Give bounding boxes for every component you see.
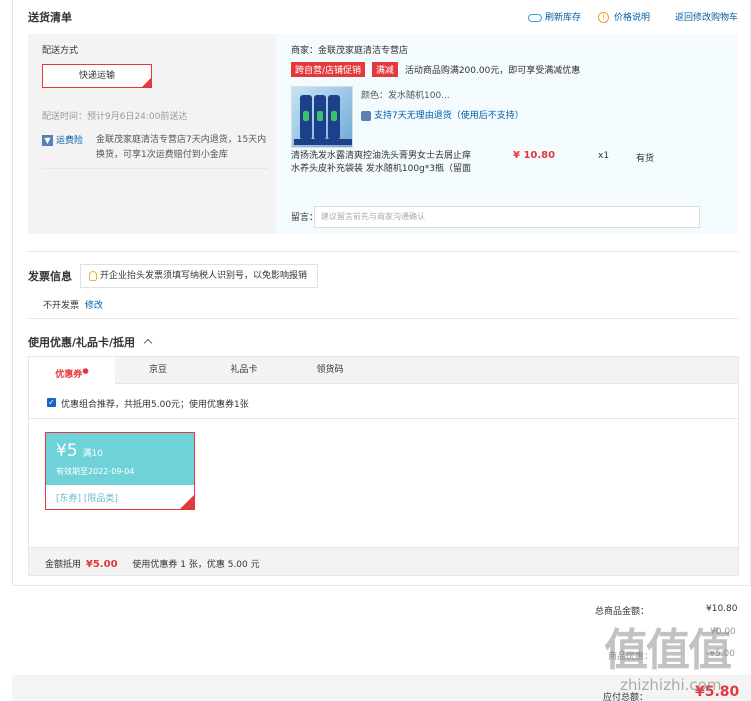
warning-icon: ! [598,12,609,23]
lightbulb-icon [89,270,97,281]
selected-corner-icon [142,78,151,87]
delivery-method-label: 配送方式 [42,46,79,56]
refresh-stock-link[interactable]: 刷新库存 [528,10,581,23]
combo-checkbox[interactable]: ✓ [47,398,56,407]
combo-text: 优惠组合推荐，共抵用5.00元；使用优惠券1张 [61,400,249,410]
invoice-tip: 开企业抬头发票须填写纳税人识别号，以免影响报销 [80,264,318,288]
back-to-cart-link[interactable]: 返回修改购物车 [675,10,738,23]
return-policy: 支持7天无理由退货（使用后不支持） [361,108,524,121]
merchant-name: 商家：金联茂家庭清洁专营店 [291,46,409,56]
cloud-icon [528,13,542,22]
selected-check-icon [180,495,194,509]
shop-panel: 商家：金联茂家庭清洁专营店 跨自营/店铺促销 满减 活动商品购满200.00元，… [276,34,738,234]
tab-coupon[interactable]: 优惠券● [29,357,115,385]
goods-total-value: ¥10.80 [706,604,738,614]
product-name[interactable]: 清扬洗发水露清爽控油洗头膏男女士去屑止痒 水养头皮补充袋装 发水随机100g*3… [291,150,491,176]
divider [28,251,739,252]
tab-gift-card[interactable]: 礼品卡 [201,357,287,384]
tab-jingdou[interactable]: 京豆 [115,357,201,384]
watermark-logo: 值值值 [604,625,732,676]
coupon-expiry: 有效期至2022-09-04 [56,467,135,476]
delivery-time: 配送时间：预计9月6日24:00前送达 [42,112,188,122]
invoice-title: 发票信息 [28,270,72,283]
promo-tag-discount: 满减 [371,62,398,77]
insurance-link[interactable]: ▼ 运费险 [42,133,83,146]
return-icon [361,110,371,121]
coupon-card-header: ¥5 满10 有效期至2022-09-04 [46,433,194,485]
invoice-modify-link[interactable]: 修改 [85,301,103,311]
coupon-card[interactable]: ¥5 满10 有效期至2022-09-04 [东券] [限品类] [45,432,195,510]
coupon-condition: 满10 [82,449,103,459]
delivery-panel: 配送方式 快递运输 配送时间：预计9月6日24:00前送达 ▼ 运费险 金联茂家庭… [28,34,276,234]
divider [42,168,268,169]
summary-amount: ¥5.00 [85,559,118,570]
product-stock: 有货 [636,154,655,164]
coupon-amount: ¥5 [56,441,78,461]
promo-tag-store: 跨自营/店铺促销 [291,62,366,77]
coupon-tabs: 优惠券● 京豆 礼品卡 领货码 [28,356,739,385]
delivery-method-button[interactable]: 快递运输 [42,64,152,88]
watermark-site: zhizhizhi.com [620,676,722,694]
product-qty: x1 [598,151,610,161]
invoice-status-row: 不开发票 修改 [43,301,103,311]
divider [28,318,739,319]
chevron-up-icon [143,338,153,348]
section-title: 送货清单 [28,11,72,24]
coupon-section-title[interactable]: 使用优惠/礼品卡/抵用 [28,334,153,350]
coupon-tags: [东券] [限品类] [56,494,118,504]
product-image[interactable] [291,86,353,148]
coupon-summary: 金额抵用 ¥5.00 使用优惠券 1 张，优惠 5.00 元 [28,548,739,576]
price-info-link[interactable]: ! 价格说明 [598,10,650,23]
insurance-desc: 金联茂家庭清洁专营店7天内退货，15天内 换货，可享1次运费赔付到小金库 [96,135,267,160]
shield-icon: ▼ [42,135,53,146]
divider [29,418,738,419]
product-color: 颜色：发水随机100... [361,91,450,101]
promo-row: 跨自营/店铺促销 满减 活动商品购满200.00元，即可享受满减优惠 [291,62,580,77]
promo-text: 活动商品购满200.00元，即可享受满减优惠 [404,66,581,76]
product-price: ¥ 10.80 [513,150,556,161]
summary-desc: 使用优惠券 1 张，优惠 5.00 元 [132,560,260,570]
memo-input[interactable]: 建议留言前先与商家沟通确认 [314,206,700,228]
tab-redeem-code[interactable]: 领货码 [287,357,373,384]
summary-label: 金额抵用 [45,560,82,570]
